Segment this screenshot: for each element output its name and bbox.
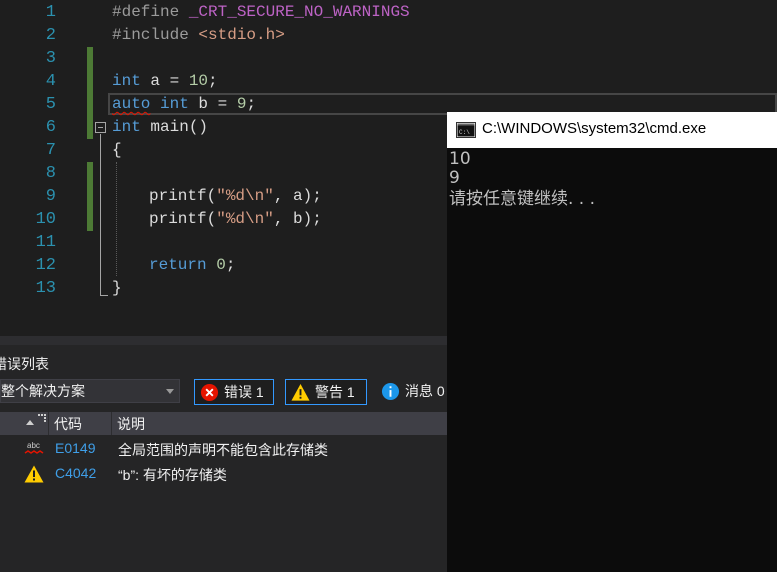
include-header: <stdio.h>: [198, 26, 285, 44]
preprocessor-directive: #define: [112, 3, 189, 21]
horizontal-scrollbar[interactable]: [0, 336, 447, 345]
error-list-header: 代码 说明: [0, 412, 447, 435]
error-code-link[interactable]: E0149: [55, 440, 95, 456]
column-separator[interactable]: [48, 412, 49, 435]
code-line-1: #define _CRT_SECURE_NO_WARNINGS: [112, 1, 410, 24]
code-text: printf(: [149, 210, 217, 228]
error-description: 全局范围的声明不能包含此存储类: [118, 442, 328, 458]
warning-code-link[interactable]: C4042: [55, 465, 96, 481]
error-icon: [200, 383, 219, 402]
messages-filter-label: 消息 0: [405, 383, 445, 399]
number-literal: 0: [216, 256, 226, 274]
code-line-6: int main(): [112, 116, 208, 139]
table-row[interactable]: abc E0149 全局范围的声明不能包含此存储类: [0, 437, 447, 461]
type-keyword: int: [112, 118, 141, 136]
line-number: 5: [45, 95, 56, 114]
warning-description: “b”: 有坏的存储类: [118, 467, 227, 483]
warning-icon: [291, 383, 310, 401]
outline-fold-end: [100, 295, 108, 296]
line-number: 13: [35, 279, 56, 298]
scope-dropdown-value: 整个解决方案: [1, 383, 85, 399]
code-line-10: printf("%d\n", b);: [149, 208, 322, 231]
line-number: 2: [45, 26, 56, 45]
line-number: 12: [35, 256, 56, 275]
console-title: C:\WINDOWS\system32\cmd.exe: [482, 120, 707, 137]
code-line-2: #include <stdio.h>: [112, 24, 285, 47]
code-line-4: int a = 10;: [112, 70, 218, 93]
svg-text:C:\: C:\: [459, 129, 470, 136]
string-literal: "%d\n": [216, 210, 274, 228]
macro-name: _CRT_SECURE_NO_WARNINGS: [188, 3, 410, 21]
sort-ascending-icon[interactable]: [26, 420, 34, 425]
info-icon: [381, 382, 400, 401]
console-output-line: 10: [449, 149, 471, 169]
line-number: 4: [45, 72, 56, 91]
cmd-icon: C:\: [456, 122, 476, 138]
table-row[interactable]: C4042 “b”: 有坏的存储类: [0, 462, 447, 486]
code-text: b =: [188, 95, 237, 113]
line-number: 10: [35, 210, 56, 229]
code-line-9: printf("%d\n", a);: [149, 185, 322, 208]
column-options-icon[interactable]: [38, 414, 46, 422]
outline-fold-line: [100, 134, 101, 296]
line-number: 9: [45, 187, 56, 206]
auto-keyword-error[interactable]: auto: [112, 95, 150, 113]
warnings-filter-label: 警告 1: [315, 384, 355, 400]
code-text: , b);: [273, 210, 322, 228]
line-number: 11: [35, 233, 56, 252]
change-marker: [87, 47, 93, 139]
number-literal: 9: [236, 95, 247, 113]
code-line-5: auto int b = 9;: [112, 93, 256, 116]
code-line-13: }: [112, 279, 122, 297]
error-list-toolbar: 整个解决方案 错误 1 警告 1 消息 0: [0, 377, 447, 407]
svg-text:abc: abc: [27, 441, 40, 450]
code-text: a =: [140, 72, 189, 90]
column-header-code[interactable]: 代码: [54, 414, 82, 434]
code-line-7: {: [112, 141, 122, 159]
code-text: ;: [246, 95, 257, 113]
type-keyword: int: [112, 72, 141, 90]
type-keyword: int: [160, 95, 189, 113]
line-number: 1: [45, 3, 56, 22]
abc-squiggle-icon: abc: [24, 441, 44, 454]
console-output-line: 9: [449, 168, 460, 188]
column-separator[interactable]: [111, 412, 112, 435]
code-line-12: return 0;: [149, 254, 235, 277]
code-text: , a);: [273, 187, 322, 205]
indent-guide: [116, 162, 117, 276]
console-titlebar[interactable]: C:\ C:\WINDOWS\system32\cmd.exe: [447, 112, 777, 148]
console-window[interactable]: C:\ C:\WINDOWS\system32\cmd.exe 10 9 请按任…: [447, 112, 777, 572]
warnings-filter-button[interactable]: 警告 1: [285, 379, 367, 405]
code-text: printf(: [149, 187, 217, 205]
column-header-description[interactable]: 说明: [117, 414, 145, 434]
errors-filter-label: 错误 1: [224, 384, 264, 400]
error-list-panel: 错误列表 整个解决方案 错误 1 警告 1 消息 0 代码 说明 abc E01…: [0, 345, 447, 572]
line-number: 3: [45, 49, 56, 68]
panel-title: 错误列表: [0, 356, 49, 372]
console-output-line: 请按任意键继续. . .: [449, 189, 596, 209]
code-text: ;: [208, 72, 218, 90]
change-marker: [87, 162, 93, 231]
scope-dropdown[interactable]: 整个解决方案: [0, 379, 180, 403]
line-number: 8: [45, 164, 56, 183]
preprocessor-directive: #include: [112, 26, 199, 44]
errors-filter-button[interactable]: 错误 1: [194, 379, 274, 405]
string-literal: "%d\n": [216, 187, 274, 205]
line-number: 7: [45, 141, 56, 160]
return-keyword: return: [149, 256, 207, 274]
line-number: 6: [45, 118, 56, 137]
chevron-down-icon: [166, 389, 174, 394]
warning-icon: [24, 465, 44, 483]
number-literal: 10: [188, 72, 209, 90]
code-text: main(): [140, 118, 209, 136]
code-text: ;: [225, 256, 236, 274]
messages-filter-button[interactable]: 消息 0: [376, 379, 447, 405]
collapse-toggle-icon[interactable]: [95, 122, 106, 133]
